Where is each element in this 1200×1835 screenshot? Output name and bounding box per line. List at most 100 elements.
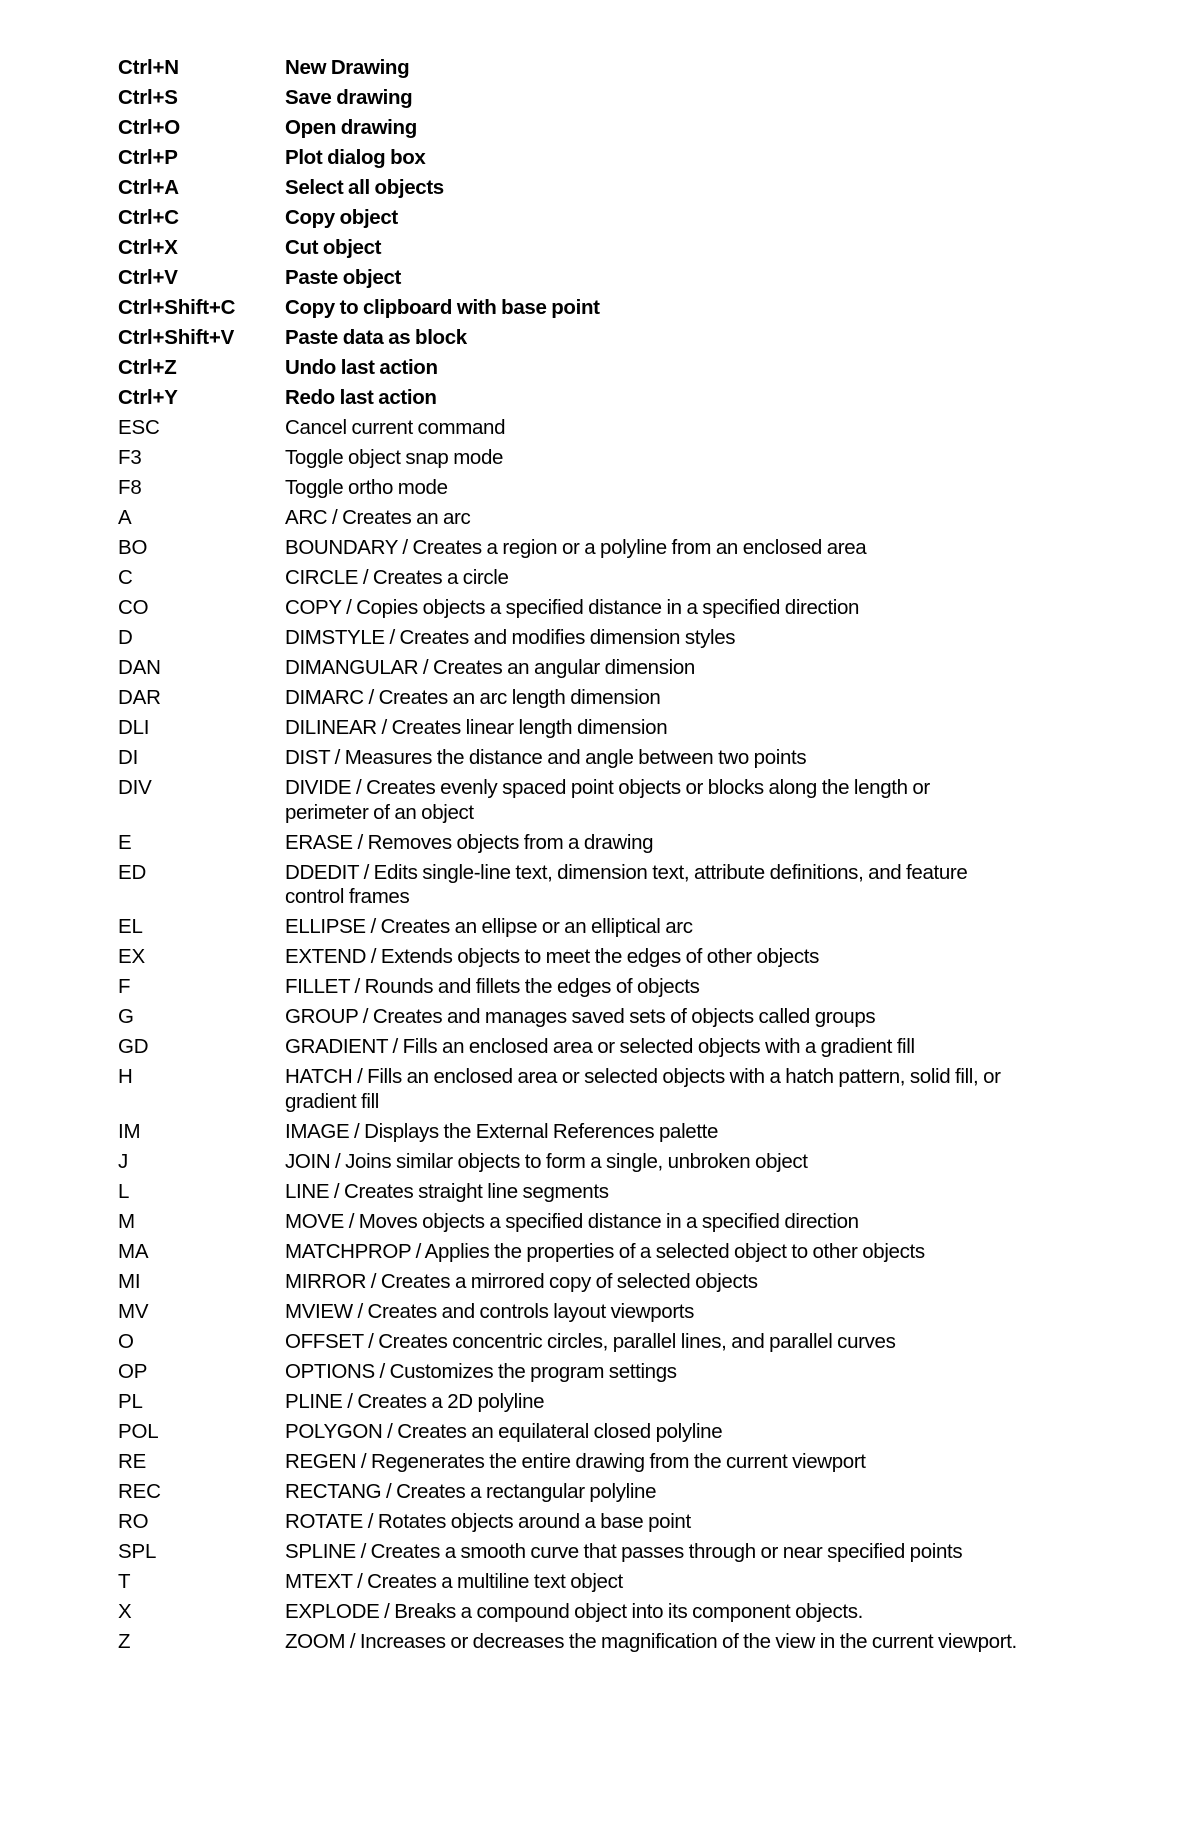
table-row: J JOIN / Joins similar objects to form a … [118,1150,1018,1180]
table-row: F3 Toggle object snap mode [118,446,1018,476]
shortcut-description-cell: Paste data as block [285,326,467,349]
shortcut-key-cell: E [118,830,132,854]
shortcut-key-cell: GD [118,1035,149,1058]
shortcut-key-cell: Ctrl+Shift+C [118,296,236,319]
table-row: Ctrl+Shift+V Paste data as block [118,326,1018,356]
shortcut-description-cell: CIRCLE / Creates a circle [285,566,509,589]
shortcut-description-cell: ROTATE / Rotates objects around a base p… [285,1509,691,1533]
table-row: X EXPLODE / Breaks a compound object into… [118,1600,1018,1630]
shortcut-description-cell: OPTIONS / Customizes the program setting… [285,1359,677,1383]
shortcut-key-cell: Ctrl+S [118,86,178,109]
shortcut-reference-table: Ctrl+N New Drawing Ctrl+S Save drawing Ctrl+… [118,56,1018,1660]
shortcut-key-cell: OP [118,1359,148,1383]
table-row: DI DIST / Measures the distance and angle… [118,746,1018,776]
table-row: Ctrl+C Copy object [118,206,1018,236]
table-row: F8 Toggle ortho mode [118,476,1018,506]
shortcut-key-cell: Ctrl+A [118,176,179,199]
table-row: M MOVE / Moves objects a specified distan… [118,1210,1018,1240]
shortcut-key-cell: T [118,1569,131,1593]
shortcut-description-cell: Cancel current command [285,416,506,439]
shortcut-description-cell: BOUNDARY / Creates a region or a polylin… [285,536,867,559]
shortcut-key-cell: ESC [118,416,160,439]
shortcut-description-cell: Copy object [285,206,398,229]
shortcut-description-cell: DIMANGULAR / Creates an angular dimensio… [285,656,695,679]
shortcut-key-cell: EL [118,915,143,938]
shortcut-key-cell: A [118,506,132,529]
shortcut-description-cell: Plot dialog box [285,146,426,169]
table-row: C CIRCLE / Creates a circle [118,566,1018,596]
table-row: L LINE / Creates straight line segments [118,1180,1018,1210]
shortcut-key-cell: MV [118,1299,149,1323]
table-row: D DIMSTYLE / Creates and modifies dimensi… [118,626,1018,656]
shortcut-description-cell: Toggle ortho mode [285,476,448,499]
shortcut-key-cell: Z [118,1629,131,1653]
shortcut-description-cell: SPLINE / Creates a smooth curve that pas… [285,1539,963,1563]
shortcut-description-cell: MVIEW / Creates and controls layout view… [285,1299,695,1323]
shortcut-description-cell: DILINEAR / Creates linear length dimensi… [285,716,668,739]
shortcut-key-cell: DI [118,746,139,769]
table-row: H HATCH / Fills an enclosed area or selec… [118,1065,1018,1120]
shortcut-key-cell: POL [118,1419,159,1443]
table-row: DAR DIMARC / Creates an arc length dimens… [118,686,1018,716]
shortcut-description-cell: DIMARC / Creates an arc length dimension [285,686,661,709]
shortcut-description-cell: New Drawing [285,56,410,79]
shortcut-description-cell: DIST / Measures the distance and angle b… [285,746,807,769]
table-row: IM IMAGE / Displays the External Referenc… [118,1120,1018,1150]
table-row: Z ZOOM / Increases or decreases the magni… [118,1630,1018,1660]
shortcut-key-cell: DLI [118,716,150,739]
shortcut-description-cell: EXTEND / Extends objects to meet the edg… [285,945,819,968]
table-row: DIV DIVIDE / Creates evenly spaced point … [118,776,1018,831]
shortcut-key-cell: Ctrl+X [118,236,178,259]
shortcut-key-cell: J [118,1149,129,1173]
table-row: DAN DIMANGULAR / Creates an angular dimen… [118,656,1018,686]
table-row: G GROUP / Creates and manages saved sets … [118,1005,1018,1035]
shortcut-description-cell: RECTANG / Creates a rectangular polyline [285,1479,657,1503]
shortcut-description-cell: Paste object [285,266,401,289]
shortcut-key-cell: SPL [118,1539,157,1563]
shortcut-description-cell: PLINE / Creates a 2D polyline [285,1389,545,1413]
shortcut-key-cell: Ctrl+P [118,146,178,169]
shortcut-description-cell: Toggle object snap mode [285,446,504,469]
table-row: EX EXTEND / Extends objects to meet the e… [118,945,1018,975]
table-row: Ctrl+N New Drawing [118,56,1018,86]
shortcut-key-cell: G [118,1005,134,1028]
shortcut-key-cell: H [118,1065,133,1088]
document-page: Ctrl+N New Drawing Ctrl+S Save drawing Ctrl+… [0,0,1200,1835]
shortcut-key-cell: C [118,566,133,589]
table-row: Ctrl+S Save drawing [118,86,1018,116]
shortcut-key-cell: Ctrl+N [118,56,179,79]
shortcut-key-cell: DAN [118,656,161,679]
shortcut-description-cell: POLYGON / Creates an equilateral closed … [285,1419,723,1443]
shortcut-key-cell: Ctrl+O [118,116,181,139]
table-row: Ctrl+A Select all objects [118,176,1018,206]
table-row: POL POLYGON / Creates an equilateral clos… [118,1420,1018,1450]
shortcut-description-cell: JOIN / Joins similar objects to form a s… [285,1149,808,1173]
shortcut-description-cell: ARC / Creates an arc [285,506,471,529]
table-row: EL ELLIPSE / Creates an ellipse or an ell… [118,915,1018,945]
table-row: Ctrl+P Plot dialog box [118,146,1018,176]
shortcut-description-cell: MATCHPROP / Applies the properties of a … [285,1239,925,1263]
shortcut-description-cell: REGEN / Regenerates the entire drawing f… [285,1449,866,1473]
table-row: GD GRADIENT / Fills an enclosed area or s… [118,1035,1018,1065]
shortcut-description-cell: MIRROR / Creates a mirrored copy of sele… [285,1269,758,1293]
shortcut-description-cell: Redo last action [285,386,437,409]
shortcut-key-cell: F [118,975,131,998]
shortcut-key-cell: X [118,1599,132,1623]
shortcut-description-cell: ELLIPSE / Creates an ellipse or an ellip… [285,915,693,938]
shortcut-description-cell: Copy to clipboard with base point [285,296,600,319]
table-row: SPL SPLINE / Creates a smooth curve that … [118,1540,1018,1570]
shortcut-description-cell: GRADIENT / Fills an enclosed area or sel… [285,1035,915,1058]
shortcut-key-cell: EX [118,945,145,968]
table-row: F FILLET / Rounds and fillets the edges o… [118,975,1018,1005]
shortcut-key-cell: ED [118,860,147,884]
shortcut-description-cell: GROUP / Creates and manages saved sets o… [285,1005,876,1028]
shortcut-description-cell: MOVE / Moves objects a specified distanc… [285,1209,859,1233]
shortcut-key-cell: O [118,1329,134,1353]
shortcut-key-cell: BO [118,536,148,559]
shortcut-key-cell: Ctrl+Y [118,386,178,409]
table-row: DLI DILINEAR / Creates linear length dime… [118,716,1018,746]
shortcut-description-cell: HATCH / Fills an enclosed area or select… [285,1065,1001,1113]
table-row: ED DDEDIT / Edits single-line text, dimen… [118,861,1018,916]
shortcut-description-cell: Save drawing [285,86,413,109]
table-row: CO COPY / Copies objects a specified dist… [118,596,1018,626]
